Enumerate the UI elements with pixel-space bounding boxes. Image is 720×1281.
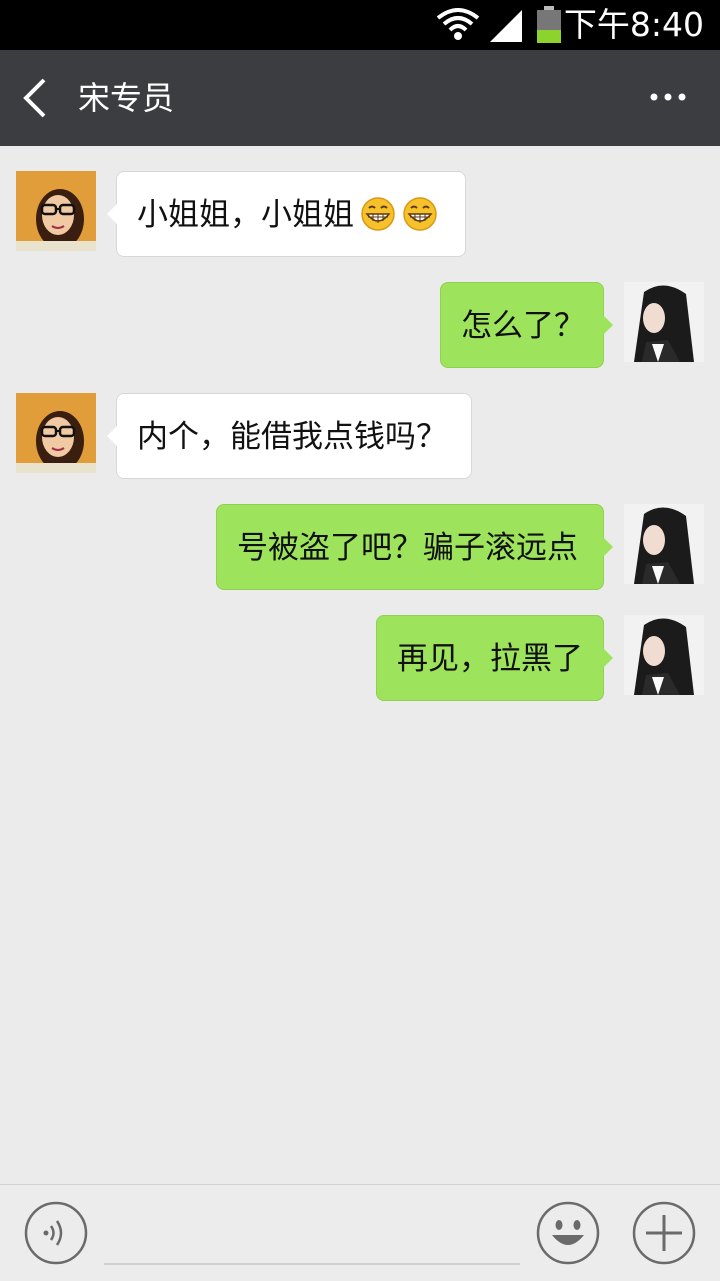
chat-title: 宋专员 xyxy=(78,79,175,117)
avatar-self[interactable] xyxy=(624,615,704,695)
more-icon[interactable] xyxy=(648,90,688,104)
message-bubble-sent[interactable]: 再见，拉黑了 xyxy=(376,615,613,701)
message-text: 怎么了？ xyxy=(461,308,585,344)
avatar-sender-image xyxy=(16,171,96,251)
battery-icon xyxy=(537,6,561,43)
message-text: 再见，拉黑了 xyxy=(397,641,583,677)
message-bubble-received[interactable]: 内个，能借我点钱吗？ xyxy=(107,393,472,479)
back-arrow-icon[interactable] xyxy=(22,78,48,118)
avatar-self-image xyxy=(624,615,704,695)
grin-emoji-icon xyxy=(361,196,395,231)
avatar-sender[interactable] xyxy=(16,393,96,473)
avatar-self-image xyxy=(624,504,704,584)
avatar-sender-image xyxy=(16,393,96,473)
avatar-sender[interactable] xyxy=(16,171,96,251)
message-bubble-sent[interactable]: 怎么了？ xyxy=(440,282,613,368)
wifi-icon xyxy=(436,8,480,40)
grin-emoji-icon xyxy=(403,196,437,231)
status-bar: 下午8:40 xyxy=(0,0,720,50)
message-text: 小姐姐，小姐姐 xyxy=(137,197,354,233)
message-bubble-sent[interactable]: 号被盗了吧？骗子滚远点 xyxy=(216,504,613,590)
voice-icon[interactable] xyxy=(24,1201,88,1265)
chat-title-bar: 宋专员 xyxy=(0,50,720,146)
avatar-self[interactable] xyxy=(624,504,704,584)
plus-icon[interactable] xyxy=(632,1201,696,1265)
avatar-self-image xyxy=(624,282,704,362)
avatar-self[interactable] xyxy=(624,282,704,362)
emoji-icon[interactable] xyxy=(536,1201,600,1265)
message-bubble-received[interactable]: 小姐姐，小姐姐 xyxy=(107,171,466,257)
message-text: 内个，能借我点钱吗？ xyxy=(137,419,447,455)
input-bar xyxy=(0,1184,720,1281)
signal-icon xyxy=(490,10,522,42)
message-input[interactable] xyxy=(104,1263,520,1265)
status-time: 下午8:40 xyxy=(563,5,704,44)
message-text: 号被盗了吧？骗子滚远点 xyxy=(237,530,578,566)
